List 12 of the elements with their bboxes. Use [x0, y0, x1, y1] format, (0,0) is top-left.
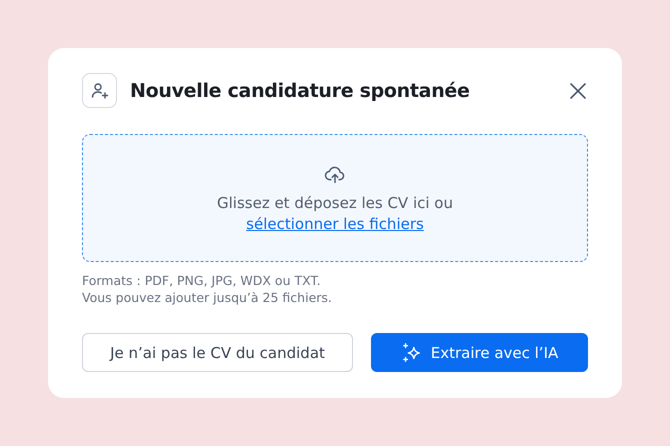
hint-text: Formats : PDF, PNG, JPG, WDX ou TXT.: [82, 272, 322, 289]
dialog-title: Nouvelle candidature spontanée: [130, 80, 471, 102]
drop-instruction: Glissez et déposez les CV ici ou: [217, 194, 453, 212]
hint-text: Vous pouvez ajouter jusqu’à 25 fichiers.: [82, 289, 333, 306]
drop-zone[interactable]: Glissez et déposez les CV ici ou sélectionner les fichiers: [82, 134, 588, 262]
upload-cloud-icon: [324, 164, 346, 186]
sparkle-icon: [400, 342, 423, 364]
extract-button[interactable]: Extraire avec l’IA: [371, 333, 588, 372]
add-person-icon: [82, 73, 117, 108]
close-icon[interactable]: [569, 82, 587, 100]
select-files-link[interactable]: sélectionner les fichiers: [246, 214, 424, 232]
no-cv-button[interactable]: Je n’ai pas le CV du candidat: [82, 333, 353, 372]
